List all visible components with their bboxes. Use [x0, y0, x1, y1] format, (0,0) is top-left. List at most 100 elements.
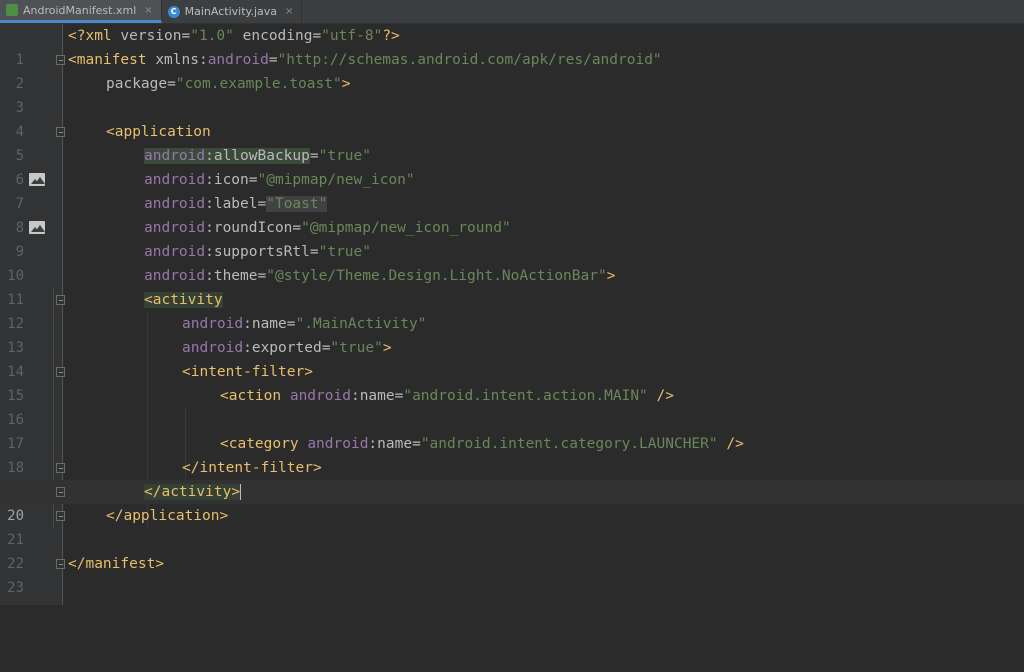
attr-name: roundIcon [213, 220, 293, 236]
tag-open-highlighted: <activity [144, 292, 223, 308]
fold-toggle-icon[interactable] [56, 463, 65, 473]
equals: = [167, 76, 176, 92]
xml-declaration-open: <?xml [68, 28, 121, 44]
code-line: 1 <?xml version="1.0" encoding="utf-8"?> [0, 24, 1024, 68]
image-preview-icon[interactable] [29, 173, 45, 186]
fold-toggle-icon[interactable] [56, 367, 65, 377]
code-line: 21 </application> [0, 504, 1024, 548]
namespace: android [144, 244, 206, 260]
namespace: android [144, 172, 206, 188]
attr-name: package [106, 76, 168, 92]
tag-close: > [341, 76, 351, 92]
code-line: 11 android:theme="@style/Theme.Design.Li… [0, 264, 1024, 308]
fold-toggle-icon[interactable] [56, 55, 65, 65]
attr-value: "true" [318, 244, 371, 260]
equals: = [257, 268, 267, 284]
tab-androidmanifest-xml[interactable]: AndroidManifest.xml × [0, 0, 162, 23]
text-caret [240, 484, 242, 500]
namespace: android [207, 52, 269, 68]
namespace: android [307, 436, 369, 452]
tag-self-close: /> [717, 436, 744, 452]
tab-mainactivity-java[interactable]: C MainActivity.java × [162, 0, 303, 23]
fold-toggle-icon[interactable] [56, 487, 65, 497]
tab-label: MainActivity.java [184, 5, 278, 18]
tag-open: <intent-filter> [182, 364, 313, 380]
fold-toggle-icon[interactable] [56, 295, 65, 305]
tag-close: > [606, 268, 616, 284]
colon: : [205, 220, 214, 236]
equals: = [312, 28, 322, 44]
code-line: 10 android:supportsRtl="true" [0, 240, 1024, 284]
image-preview-icon[interactable] [29, 221, 45, 234]
attr-value: "http://schemas.android.com/apk/res/andr… [277, 52, 662, 68]
tag-open: <action [220, 388, 290, 404]
tag-close-highlighted: </activity [144, 484, 232, 500]
close-icon[interactable]: × [285, 6, 293, 17]
tag-open: <manifest [68, 52, 156, 68]
equals: = [412, 436, 421, 452]
code-line: 18 <category android:name="android.inten… [0, 432, 1024, 476]
attr-name: allowBackup [213, 148, 310, 164]
close-icon[interactable]: × [144, 5, 152, 16]
colon: : [205, 148, 214, 164]
code-line: 17 [0, 408, 1024, 452]
attr-value: "com.example.toast" [175, 76, 342, 92]
attr-value: "@style/Theme.Design.Light.NoActionBar" [266, 268, 607, 284]
attr-name: name [359, 388, 395, 404]
equals: = [181, 28, 191, 44]
namespace: android [144, 148, 206, 164]
fold-toggle-icon[interactable] [56, 559, 65, 569]
code-editor[interactable]: 1 <?xml version="1.0" encoding="utf-8"?>… [0, 24, 1024, 605]
code-line: 7 android:icon="@mipmap/new_icon" [0, 168, 1024, 212]
attr-value: "true" [330, 340, 383, 356]
code-line-current: 20 </activity> [0, 480, 1024, 524]
attr-value: "android.intent.action.MAIN" [403, 388, 648, 404]
tag-open: <application [106, 124, 211, 140]
namespace: android [144, 220, 206, 236]
tag-close: </manifest> [68, 556, 165, 572]
colon: : [205, 268, 214, 284]
code-line: 14 android:exported="true"> [0, 336, 1024, 380]
attr-name: version [120, 28, 182, 44]
namespace: android [182, 316, 244, 332]
equals: = [292, 220, 302, 236]
tag-self-close: /> [647, 388, 674, 404]
equals: = [309, 148, 319, 164]
code-line: 19 </intent-filter> [0, 456, 1024, 500]
tab-label: AndroidManifest.xml [23, 3, 137, 17]
equals: = [257, 196, 267, 212]
xml-declaration-close: ?> [382, 28, 400, 44]
colon: : [243, 340, 252, 356]
colon: : [205, 196, 214, 212]
attr-value: "true" [318, 148, 371, 164]
fold-toggle-icon[interactable] [56, 127, 65, 137]
colon: : [205, 244, 214, 260]
tag-close: </application> [106, 508, 229, 524]
attr-value: "@mipmap/new_icon_round" [301, 220, 511, 236]
equals: = [286, 316, 296, 332]
xml-file-icon [6, 4, 18, 16]
tag-close: > [231, 484, 241, 500]
attr-name: exported [251, 340, 322, 356]
attr-value: "android.intent.category.LAUNCHER" [420, 436, 718, 452]
code-line: 23 </manifest> [0, 552, 1024, 596]
equals: = [309, 244, 319, 260]
code-line: 22 [0, 528, 1024, 572]
colon: : [243, 316, 252, 332]
code-line: 4 [0, 96, 1024, 140]
tag-close: > [382, 340, 392, 356]
attr-name: label [213, 196, 258, 212]
java-class-icon: C [167, 5, 180, 18]
namespace: android [144, 196, 206, 212]
code-line: 16 <action android:name="android.intent.… [0, 384, 1024, 428]
fold-toggle-icon[interactable] [56, 511, 65, 521]
attr-value: "utf-8" [321, 28, 383, 44]
editor-tab-bar: AndroidManifest.xml × C MainActivity.jav… [0, 0, 1024, 24]
attr-name: name [377, 436, 413, 452]
code-line: 3 package="com.example.toast"> [0, 72, 1024, 116]
code-line: 2 <manifest xmlns:android="http://schema… [0, 48, 1024, 92]
tag-close: </intent-filter> [182, 460, 322, 476]
attr-value: "1.0" [190, 28, 234, 44]
code-line: 13 android:name=".MainActivity" [0, 312, 1024, 356]
